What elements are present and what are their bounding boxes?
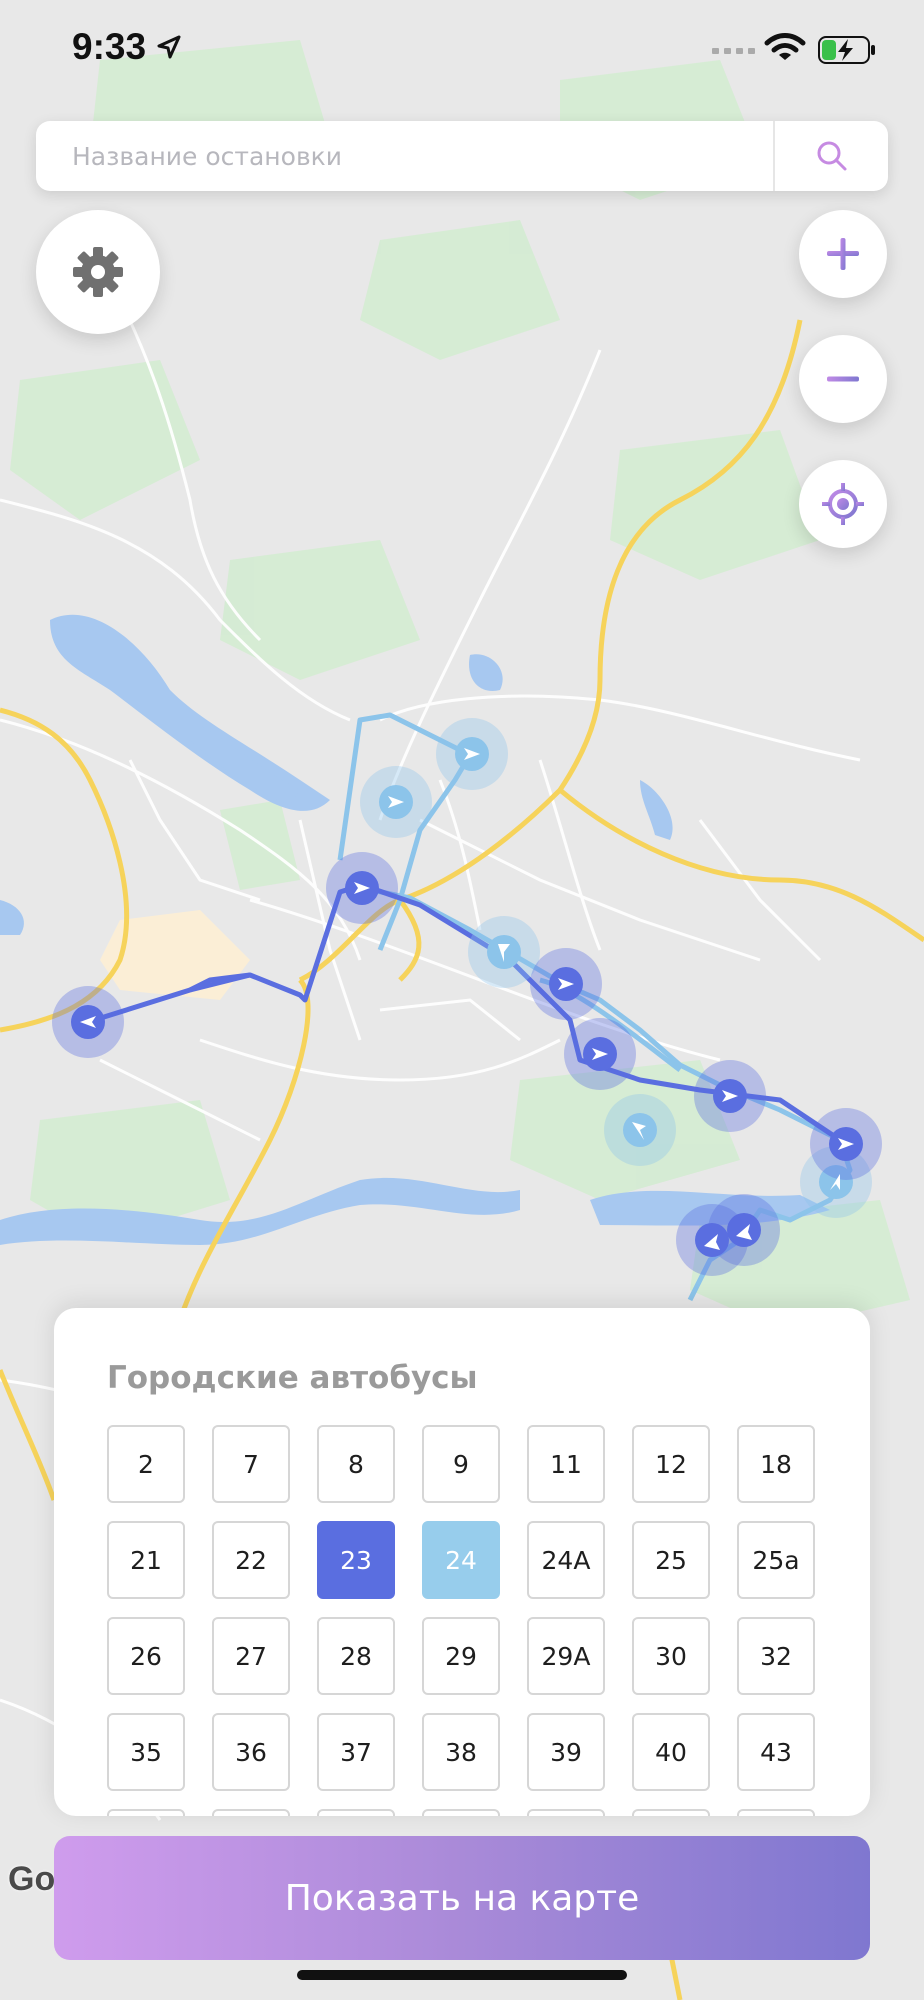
route-button[interactable]: 43	[737, 1713, 815, 1791]
stop-search-input[interactable]	[36, 121, 771, 191]
route-button[interactable]: 2	[107, 1425, 185, 1503]
route-button[interactable]: 25	[632, 1521, 710, 1599]
settings-button[interactable]	[36, 210, 160, 334]
route-button[interactable]: 22	[212, 1521, 290, 1599]
route-button[interactable]: 29	[422, 1617, 500, 1695]
zoom-out-button[interactable]	[799, 335, 887, 423]
wifi-icon	[764, 33, 806, 60]
route-button[interactable]: 35	[107, 1713, 185, 1791]
status-bar: 9:33	[0, 0, 924, 100]
show-on-map-button[interactable]: Показать на карте	[54, 1836, 870, 1960]
route-button[interactable]: 7	[212, 1425, 290, 1503]
zoom-in-button[interactable]	[799, 210, 887, 298]
search-button[interactable]	[775, 121, 888, 191]
route-button[interactable]: 12	[632, 1425, 710, 1503]
route-button[interactable]: 38	[422, 1713, 500, 1791]
battery-charging-icon	[818, 36, 875, 64]
google-attribution: Go	[8, 1860, 56, 1898]
route-button[interactable]: 9	[422, 1425, 500, 1503]
route-button[interactable]: 24	[422, 1521, 500, 1599]
my-location-button[interactable]	[799, 460, 887, 548]
route-button[interactable]: 21	[107, 1521, 185, 1599]
route-button[interactable]: 26	[107, 1617, 185, 1695]
show-on-map-label: Показать на карте	[284, 1877, 640, 1919]
route-button[interactable]: 40	[632, 1713, 710, 1791]
route-button[interactable]: 30	[632, 1617, 710, 1695]
routes-panel[interactable]: Городские автобусы 2 7 8 9 11 12 18 21 22 23 24 24А…	[54, 1308, 870, 1816]
home-indicator	[297, 1970, 627, 1980]
route-button[interactable]: 25а	[737, 1521, 815, 1599]
cellular-signal-icon	[712, 48, 755, 54]
plus-icon	[827, 238, 859, 270]
stop-search-bar	[36, 121, 888, 191]
route-button[interactable]	[632, 1809, 710, 1816]
route-button[interactable]: 28	[317, 1617, 395, 1695]
route-button[interactable]: 37	[317, 1713, 395, 1791]
route-button[interactable]	[422, 1809, 500, 1816]
status-time: 9:33	[72, 26, 147, 67]
route-button[interactable]	[107, 1809, 185, 1816]
route-button[interactable]: 32	[737, 1617, 815, 1695]
route-button[interactable]: 11	[527, 1425, 605, 1503]
route-button[interactable]	[212, 1809, 290, 1816]
route-button[interactable]: 8	[317, 1425, 395, 1503]
location-arrow-icon	[157, 35, 181, 59]
route-button[interactable]: 18	[737, 1425, 815, 1503]
route-button[interactable]: 36	[212, 1713, 290, 1791]
route-button[interactable]	[527, 1809, 605, 1816]
route-button[interactable]	[737, 1809, 815, 1816]
gear-icon	[73, 247, 123, 297]
route-button[interactable]: 27	[212, 1617, 290, 1695]
route-button[interactable]: 24А	[527, 1521, 605, 1599]
crosshair-icon	[822, 483, 864, 525]
minus-icon	[827, 376, 859, 382]
panel-title: Городские автобусы	[107, 1360, 478, 1396]
route-button[interactable]: 39	[527, 1713, 605, 1791]
route-button[interactable]	[317, 1809, 395, 1816]
route-grid: 2 7 8 9 11 12 18 21 22 23 24 24А 25 25а 26 27 28 29 29А 30 3…	[107, 1425, 819, 1816]
route-button[interactable]: 23	[317, 1521, 395, 1599]
route-button[interactable]: 29А	[527, 1617, 605, 1695]
search-icon	[817, 141, 846, 171]
